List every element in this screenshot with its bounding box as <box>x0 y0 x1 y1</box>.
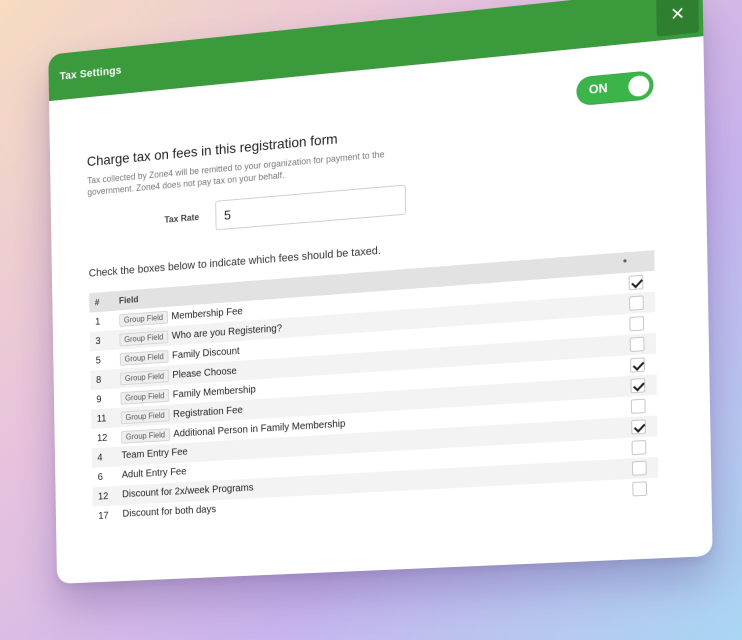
group-field-badge: Group Field <box>121 428 170 444</box>
group-field-badge: Group Field <box>119 310 168 326</box>
tax-checkbox[interactable] <box>632 440 647 455</box>
fees-table-body: 1 Group Field Membership Fee 3 Group Field Wh… <box>89 271 658 526</box>
field-name: Discount for both days <box>122 505 216 520</box>
row-number: 12 <box>91 428 115 449</box>
row-check-cell <box>617 271 655 294</box>
modal-title: Tax Settings <box>60 65 122 83</box>
group-field-badge: Group Field <box>119 330 168 346</box>
modal-body: ON Charge tax on fees in this registrati… <box>49 36 712 528</box>
tax-checkbox[interactable] <box>631 399 646 414</box>
fees-table: # Field * 1 Group Field Membership Fee 3 Gro… <box>89 250 659 526</box>
tax-rate-input[interactable] <box>215 185 406 231</box>
row-check-cell <box>620 457 658 480</box>
close-icon[interactable]: × <box>656 0 699 37</box>
row-number: 17 <box>93 505 117 526</box>
tax-checkbox[interactable] <box>630 357 645 372</box>
row-number: 6 <box>92 466 116 487</box>
field-name: Registration Fee <box>173 405 243 420</box>
row-check-cell <box>621 478 659 501</box>
tax-rate-label: Tax Rate <box>164 211 211 225</box>
row-number: 4 <box>92 447 116 468</box>
tax-checkbox[interactable] <box>630 378 645 393</box>
row-number: 8 <box>90 369 114 390</box>
header-check: * <box>617 250 655 273</box>
group-field-badge: Group Field <box>120 349 169 365</box>
header-num: # <box>89 291 113 312</box>
tax-settings-modal: Tax Settings × ON Charge tax on fees in … <box>48 0 712 584</box>
field-name: Family Discount <box>172 345 240 360</box>
toggle-label: ON <box>589 81 608 97</box>
field-name: Adult Entry Fee <box>122 467 187 481</box>
tax-checkbox[interactable] <box>632 481 647 496</box>
field-name: Discount for 2x/week Programs <box>122 483 254 501</box>
row-check-cell <box>618 312 656 335</box>
group-field-badge: Group Field <box>120 389 169 405</box>
row-number: 3 <box>90 330 114 351</box>
row-number: 9 <box>91 389 115 410</box>
field-name: Membership Fee <box>171 306 242 322</box>
row-number: 5 <box>90 350 114 371</box>
row-check-cell <box>619 395 657 418</box>
row-number: 12 <box>92 486 116 507</box>
background: Tax Settings × ON Charge tax on fees in … <box>0 0 742 640</box>
row-check-cell <box>617 291 655 314</box>
tax-checkbox[interactable] <box>629 275 644 291</box>
row-check-cell <box>619 353 657 376</box>
row-check-cell <box>620 436 658 459</box>
tax-checkbox[interactable] <box>631 419 646 434</box>
field-name: Team Entry Fee <box>121 447 187 462</box>
field-name: Family Membership <box>173 384 256 400</box>
row-number: 11 <box>91 408 115 429</box>
tax-checkbox[interactable] <box>632 461 647 476</box>
row-check-cell <box>618 333 656 356</box>
row-check-cell <box>620 416 658 439</box>
group-field-badge: Group Field <box>121 408 170 424</box>
row-number: 1 <box>89 311 113 332</box>
row-check-cell <box>619 374 657 397</box>
tax-checkbox[interactable] <box>630 337 645 352</box>
tax-checkbox[interactable] <box>629 316 644 331</box>
tax-checkbox[interactable] <box>629 295 644 310</box>
toggle-knob <box>628 75 649 98</box>
charge-tax-toggle[interactable]: ON <box>576 70 654 106</box>
field-name: Please Choose <box>172 365 237 380</box>
group-field-badge: Group Field <box>120 369 169 385</box>
